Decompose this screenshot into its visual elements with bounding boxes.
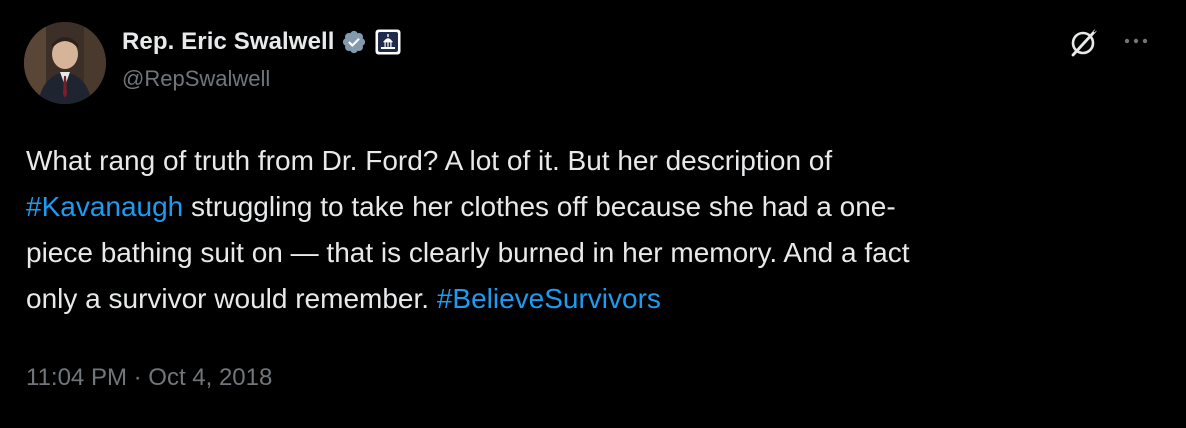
avatar-photo bbox=[24, 22, 106, 104]
tweet-line: piece bathing suit on — that is clearly … bbox=[26, 237, 910, 268]
more-options-icon[interactable] bbox=[1118, 26, 1154, 56]
verified-badge-icon[interactable] bbox=[341, 29, 367, 55]
tweet-timestamp[interactable]: 11:04 PM · Oct 4, 2018 bbox=[26, 364, 272, 392]
tweet-text-segment: only a survivor would remember. bbox=[26, 283, 437, 314]
tweet-line: #Kavanaugh struggling to take her clothe… bbox=[26, 184, 1156, 230]
grok-icon[interactable] bbox=[1066, 24, 1102, 60]
avatar[interactable] bbox=[24, 22, 106, 104]
display-name[interactable]: Rep. Eric Swalwell bbox=[122, 28, 335, 56]
author-name-row: Rep. Eric Swalwell bbox=[122, 26, 401, 58]
tweet-text-segment: struggling to take her clothes off becau… bbox=[183, 191, 896, 222]
tweet-line: only a survivor would remember. #Believe… bbox=[26, 276, 1156, 322]
tweet-line: What rang of truth from Dr. Ford? A lot … bbox=[26, 145, 833, 176]
hashtag-link[interactable]: #BelieveSurvivors bbox=[437, 283, 661, 314]
author-handle[interactable]: @RepSwalwell bbox=[122, 66, 270, 92]
tweet-text: What rang of truth from Dr. Ford? A lot … bbox=[26, 138, 1156, 322]
us-capitol-government-icon[interactable] bbox=[375, 29, 401, 55]
hashtag-link[interactable]: #Kavanaugh bbox=[26, 191, 183, 222]
